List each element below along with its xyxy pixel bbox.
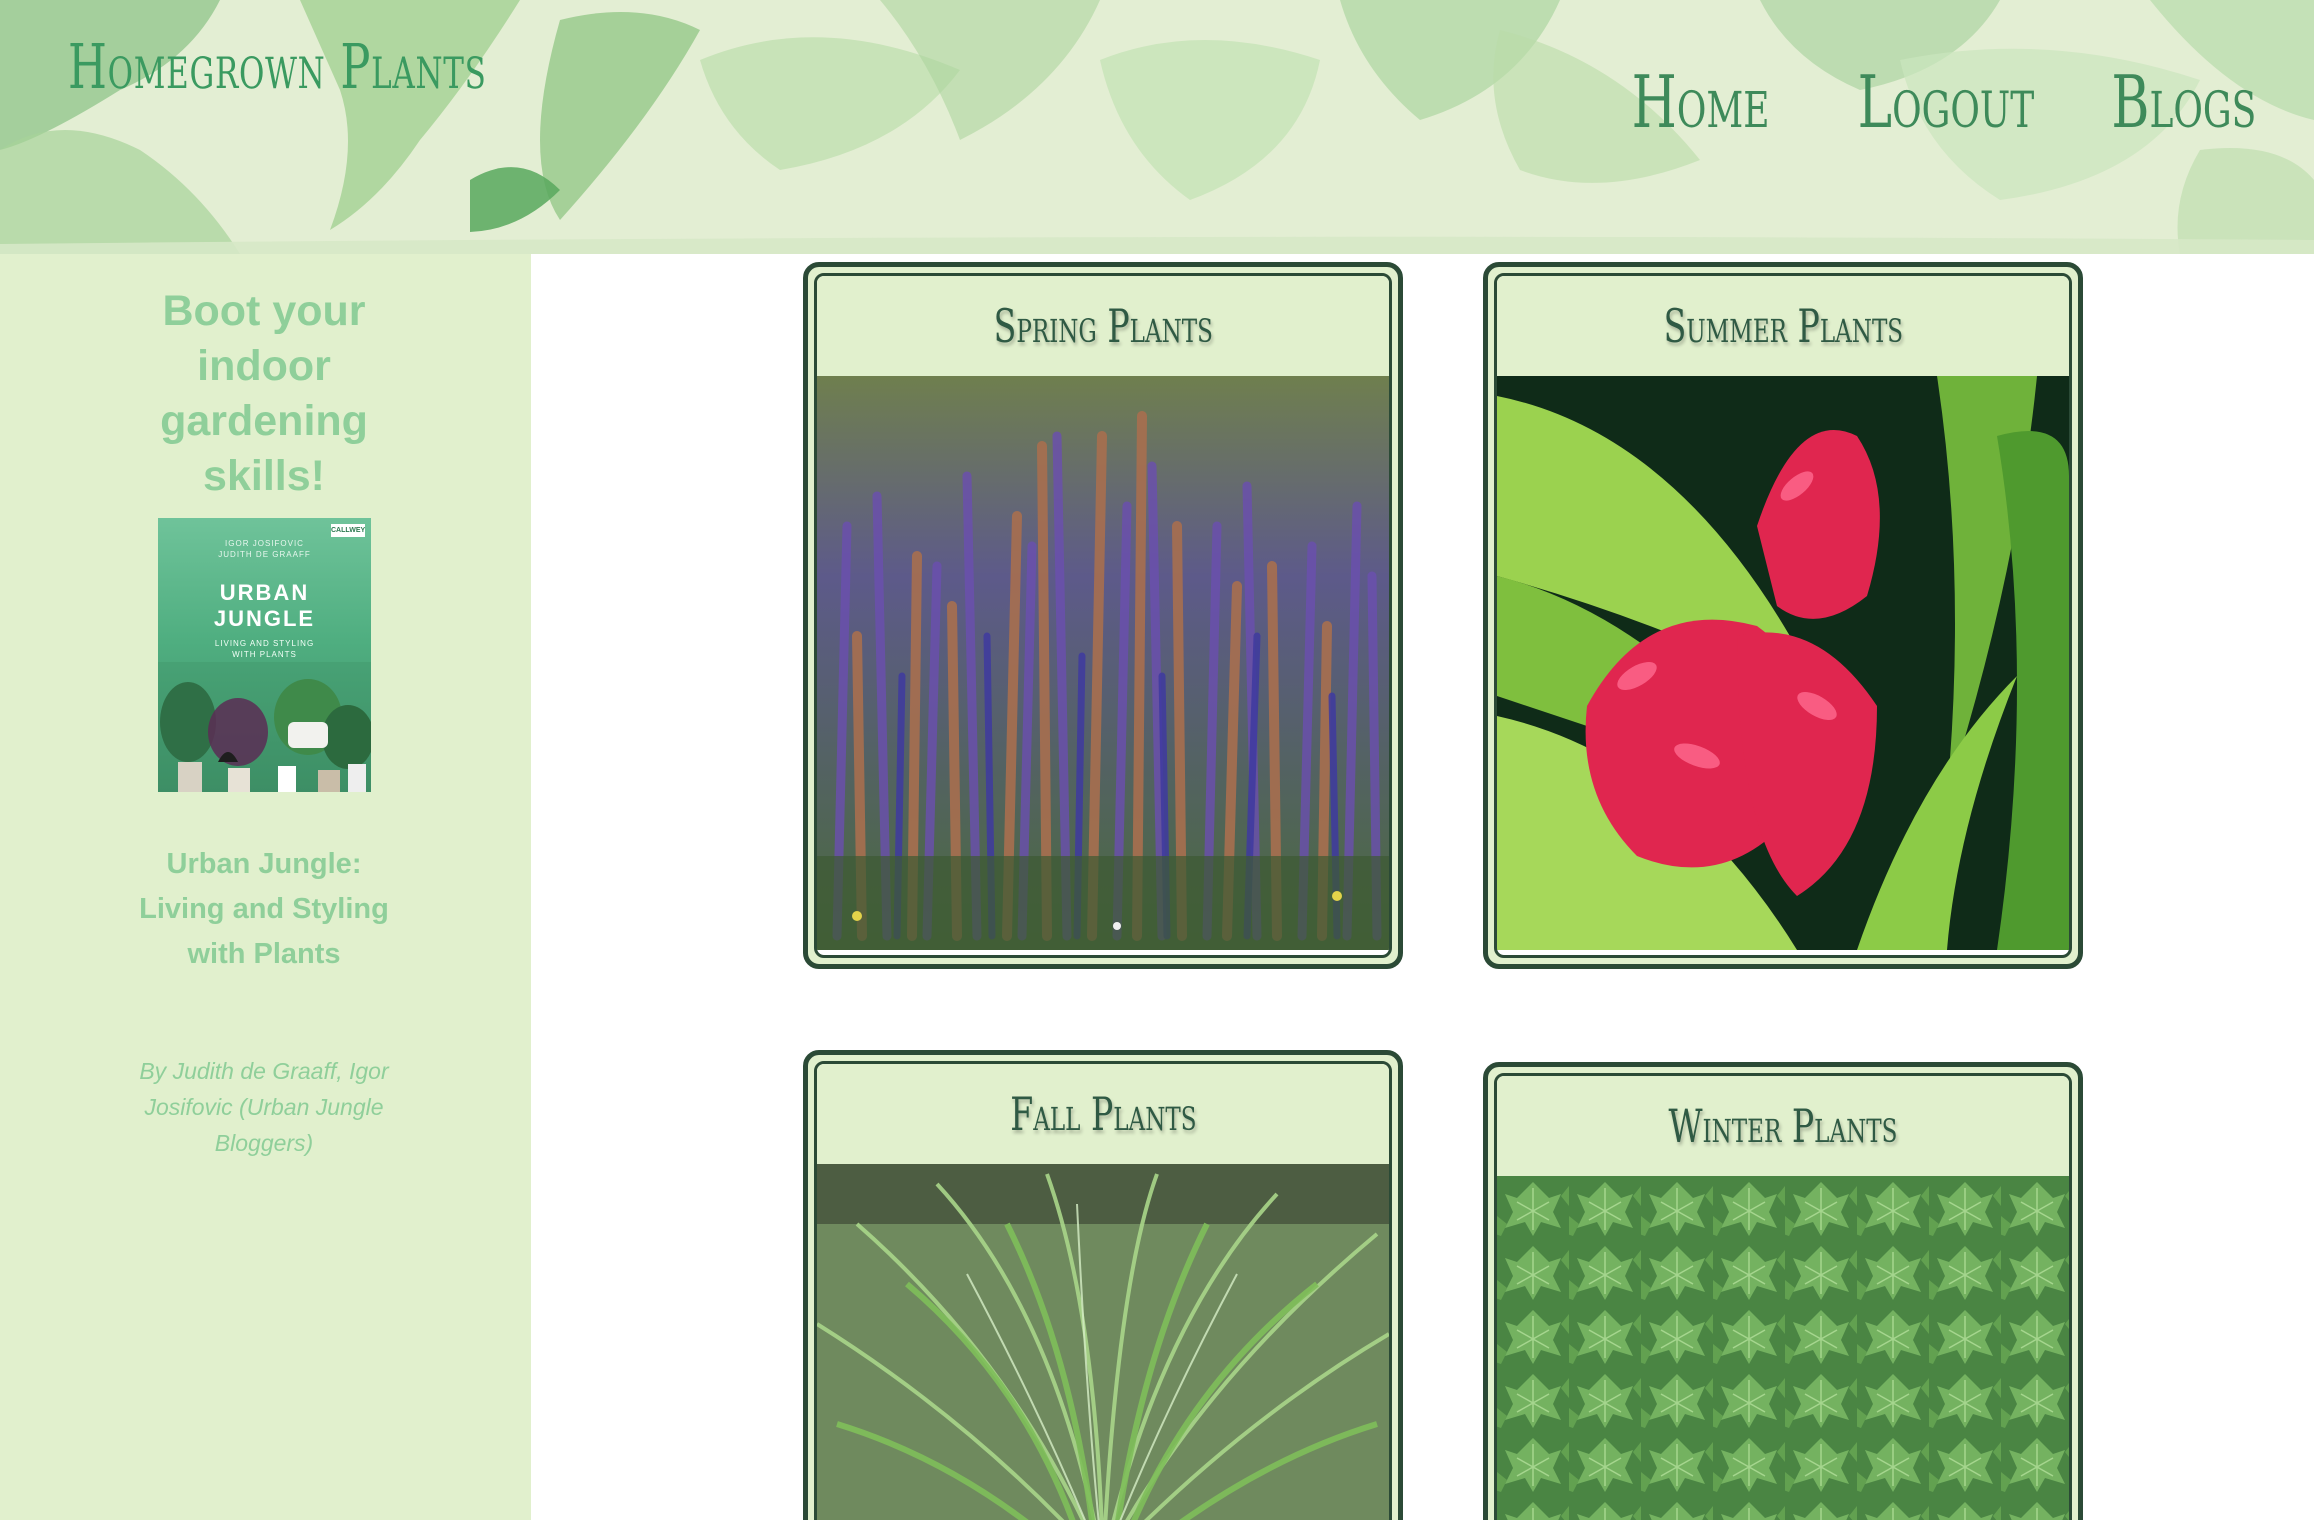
book-title-link[interactable]: Urban Jungle: Living and Styling with Pl… — [136, 842, 392, 977]
book-byline: By Judith de Graaff, Igor Josifovic (Urb… — [139, 1058, 389, 1156]
season-card-winter[interactable]: Winter Plants — [1483, 1062, 2083, 1520]
sidebar-heading: Boot your indoor gardening skills! — [160, 287, 368, 500]
card-frame: Spring Plants — [814, 273, 1392, 958]
cover-author-line: JUDITH DE GRAAFF — [218, 550, 311, 559]
fall-photo-graphic — [817, 1164, 1389, 1520]
card-frame: Summer Plants — [1494, 273, 2072, 958]
cover-plants-illustration — [158, 662, 371, 792]
spring-photo-graphic — [817, 376, 1389, 950]
sidebar: Boot your indoor gardening skills! CALLW… — [0, 254, 531, 1520]
publisher-badge: CALLWEY — [331, 524, 365, 537]
cover-authors: IGOR JOSIFOVIC JUDITH DE GRAAFF — [158, 538, 371, 560]
cover-title-line: URBAN — [219, 580, 310, 605]
summer-photo-graphic — [1497, 376, 2069, 950]
cover-subtitle-line: LIVING AND STYLING — [214, 639, 315, 648]
season-card-summer[interactable]: Summer Plants — [1483, 262, 2083, 969]
card-title: Fall Plants — [1009, 1087, 1197, 1141]
cover-author-line: IGOR JOSIFOVIC — [225, 539, 304, 548]
card-title: Winter Plants — [1668, 1099, 1898, 1153]
book-cover-image[interactable]: CALLWEY IGOR JOSIFOVIC JUDITH DE GRAAFF … — [158, 518, 371, 792]
page: Homegrown Plants Home Logout Blogs Boot … — [0, 0, 2314, 1520]
lavender-salvia-photo[interactable] — [817, 376, 1389, 950]
card-title: Summer Plants — [1663, 299, 1903, 353]
nav-blogs-link[interactable]: Blogs — [2111, 60, 2256, 144]
card-title: Spring Plants — [993, 299, 1213, 353]
card-title-bar: Spring Plants — [817, 276, 1389, 376]
nav-logout-link[interactable]: Logout — [1858, 60, 2035, 144]
card-title-bar: Summer Plants — [1497, 276, 2069, 376]
ivy-leaves-photo[interactable] — [1497, 1176, 2069, 1520]
card-frame: Fall Plants — [814, 1061, 1392, 1520]
card-frame: Winter Plants — [1494, 1073, 2072, 1520]
card-title-bar: Winter Plants — [1497, 1076, 2069, 1176]
ornamental-grass-photo[interactable] — [817, 1164, 1389, 1520]
main-nav: Home Logout Blogs — [1618, 60, 2256, 144]
cover-title-line: JUNGLE — [213, 606, 316, 631]
site-header: Homegrown Plants Home Logout Blogs — [0, 0, 2314, 254]
site-title[interactable]: Homegrown Plants — [68, 30, 487, 103]
nav-home-link[interactable]: Home — [1632, 60, 1770, 144]
cover-subtitle-line: WITH PLANTS — [232, 650, 297, 659]
card-title-bar: Fall Plants — [817, 1064, 1389, 1164]
winter-photo-graphic — [1497, 1176, 2069, 1520]
season-card-fall[interactable]: Fall Plants — [803, 1050, 1403, 1520]
red-ginger-flower-photo[interactable] — [1497, 376, 2069, 950]
season-card-spring[interactable]: Spring Plants — [803, 262, 1403, 969]
cover-title: URBAN JUNGLE — [158, 580, 371, 632]
cover-subtitle: LIVING AND STYLING WITH PLANTS — [158, 638, 371, 660]
